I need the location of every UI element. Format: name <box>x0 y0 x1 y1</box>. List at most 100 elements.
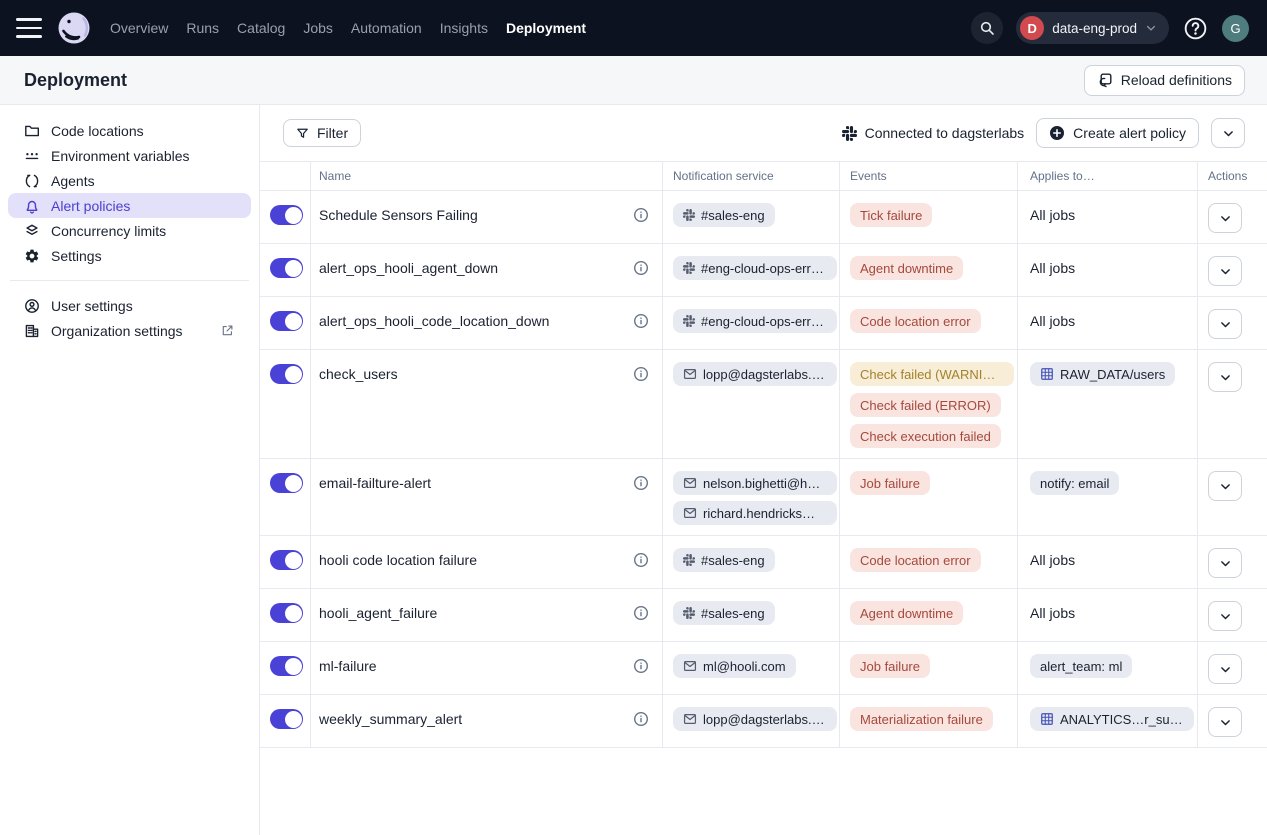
info-icon[interactable] <box>633 552 649 568</box>
sidebar-divider <box>10 280 249 281</box>
chevron-down-icon <box>1219 480 1232 493</box>
slack-icon <box>683 607 695 619</box>
sidebar-item-environment-variables[interactable]: Environment variables <box>0 143 259 168</box>
row-actions-button[interactable] <box>1208 362 1242 392</box>
applies-to-value: All jobs <box>1030 256 1075 280</box>
col-header-actions: Actions <box>1197 162 1267 190</box>
info-icon[interactable] <box>633 658 649 674</box>
top-navigation-bar: Overview Runs Catalog Jobs Automation Insight… <box>0 0 1267 56</box>
sidebar-item-code-locations[interactable]: Code locations <box>0 118 259 143</box>
policy-enabled-toggle[interactable] <box>270 473 303 493</box>
policy-name: alert_ops_hooli_agent_down <box>319 256 498 280</box>
policy-name: check_users <box>319 362 398 386</box>
slack-service-badge: #sales-eng <box>673 601 775 625</box>
sidebar-item-agents[interactable]: Agents <box>0 168 259 193</box>
reload-definitions-button[interactable]: Reload definitions <box>1084 65 1245 96</box>
info-icon[interactable] <box>633 207 649 223</box>
user-icon <box>24 298 40 314</box>
org-switcher[interactable]: D data-eng-prod <box>1016 12 1169 44</box>
chevron-down-icon <box>1219 716 1232 729</box>
info-icon[interactable] <box>633 313 649 329</box>
event-badge: Materialization failure <box>850 707 993 731</box>
applies-to-value: All jobs <box>1030 309 1075 333</box>
envelope-icon <box>683 712 697 726</box>
col-header-toggle <box>260 162 310 190</box>
sidebar-item-label: Code locations <box>51 123 144 139</box>
email-service-badge: lopp@dagsterlabs.com <box>673 707 837 731</box>
info-icon[interactable] <box>633 475 649 491</box>
slack-connection-status: Connected to dagsterlabs <box>842 125 1025 141</box>
applies-to-asset-badge: ANALYTICS…r_summary <box>1030 707 1194 731</box>
event-badge: Job failure <box>850 654 930 678</box>
nav-item-jobs[interactable]: Jobs <box>303 20 333 36</box>
more-actions-button[interactable] <box>1211 118 1245 148</box>
sidebar-item-concurrency-limits[interactable]: Concurrency limits <box>0 218 259 243</box>
nav-item-automation[interactable]: Automation <box>351 20 422 36</box>
policy-enabled-toggle[interactable] <box>270 603 303 623</box>
policy-enabled-toggle[interactable] <box>270 205 303 225</box>
page-header: Deployment Reload definitions <box>0 56 1267 105</box>
nav-item-insights[interactable]: Insights <box>440 20 488 36</box>
main-content: Filter Connected to dagsterlabs Create a… <box>260 105 1267 835</box>
chevron-down-icon <box>1145 22 1157 34</box>
create-alert-policy-button[interactable]: Create alert policy <box>1036 118 1199 148</box>
slack-icon <box>683 554 695 566</box>
primary-nav: Overview Runs Catalog Jobs Automation Insight… <box>110 20 586 36</box>
sidebar-item-organization-settings[interactable]: Organization settings <box>0 318 259 343</box>
sidebar-item-user-settings[interactable]: User settings <box>0 293 259 318</box>
sidebar-item-settings[interactable]: Settings <box>0 243 259 268</box>
user-avatar[interactable]: G <box>1222 15 1249 42</box>
menu-icon[interactable] <box>16 18 42 38</box>
row-actions-button[interactable] <box>1208 471 1242 501</box>
nav-item-catalog[interactable]: Catalog <box>237 20 285 36</box>
chevron-down-icon <box>1219 610 1232 623</box>
policy-enabled-toggle[interactable] <box>270 311 303 331</box>
reload-definitions-label: Reload definitions <box>1121 72 1232 88</box>
slack-service-badge: #eng-cloud-ops-errors <box>673 309 837 333</box>
chevron-down-icon <box>1219 318 1232 331</box>
help-button[interactable] <box>1182 15 1209 42</box>
row-actions-button[interactable] <box>1208 654 1242 684</box>
search-button[interactable] <box>971 12 1003 44</box>
applies-to-value: All jobs <box>1030 548 1075 572</box>
policy-enabled-toggle[interactable] <box>270 709 303 729</box>
reload-icon <box>1097 72 1113 88</box>
info-icon[interactable] <box>633 260 649 276</box>
applies-to-asset-badge: RAW_DATA/users <box>1030 362 1175 386</box>
policy-enabled-toggle[interactable] <box>270 656 303 676</box>
row-actions-button[interactable] <box>1208 309 1242 339</box>
chevron-down-icon <box>1222 127 1235 140</box>
event-badge: Agent downtime <box>850 256 963 280</box>
event-badge: Code location error <box>850 548 981 572</box>
row-actions-button[interactable] <box>1208 601 1242 631</box>
page-title: Deployment <box>24 70 127 91</box>
row-actions-button[interactable] <box>1208 203 1242 233</box>
info-icon[interactable] <box>633 605 649 621</box>
policy-enabled-toggle[interactable] <box>270 550 303 570</box>
applies-to-value: All jobs <box>1030 601 1075 625</box>
info-icon[interactable] <box>633 711 649 727</box>
policy-enabled-toggle[interactable] <box>270 258 303 278</box>
policy-name: alert_ops_hooli_code_location_down <box>319 309 549 333</box>
row-actions-button[interactable] <box>1208 256 1242 286</box>
nav-item-runs[interactable]: Runs <box>186 20 219 36</box>
nav-item-overview[interactable]: Overview <box>110 20 168 36</box>
info-icon[interactable] <box>633 366 649 382</box>
dagster-logo-icon[interactable] <box>56 10 92 46</box>
envelope-icon <box>683 476 697 490</box>
col-header-notification-service: Notification service <box>662 162 839 190</box>
layers-icon <box>24 223 40 239</box>
filter-button[interactable]: Filter <box>283 119 361 147</box>
organization-icon <box>24 323 40 339</box>
event-badge: Job failure <box>850 471 930 495</box>
row-actions-button[interactable] <box>1208 707 1242 737</box>
folder-icon <box>24 123 40 139</box>
row-actions-button[interactable] <box>1208 548 1242 578</box>
sidebar-item-alert-policies[interactable]: Alert policies <box>8 193 251 218</box>
envelope-icon <box>683 367 697 381</box>
sidebar-item-label: User settings <box>51 298 133 314</box>
sidebar-item-label: Environment variables <box>51 148 190 164</box>
asset-table-icon <box>1040 712 1054 726</box>
policy-enabled-toggle[interactable] <box>270 364 303 384</box>
nav-item-deployment[interactable]: Deployment <box>506 20 586 36</box>
